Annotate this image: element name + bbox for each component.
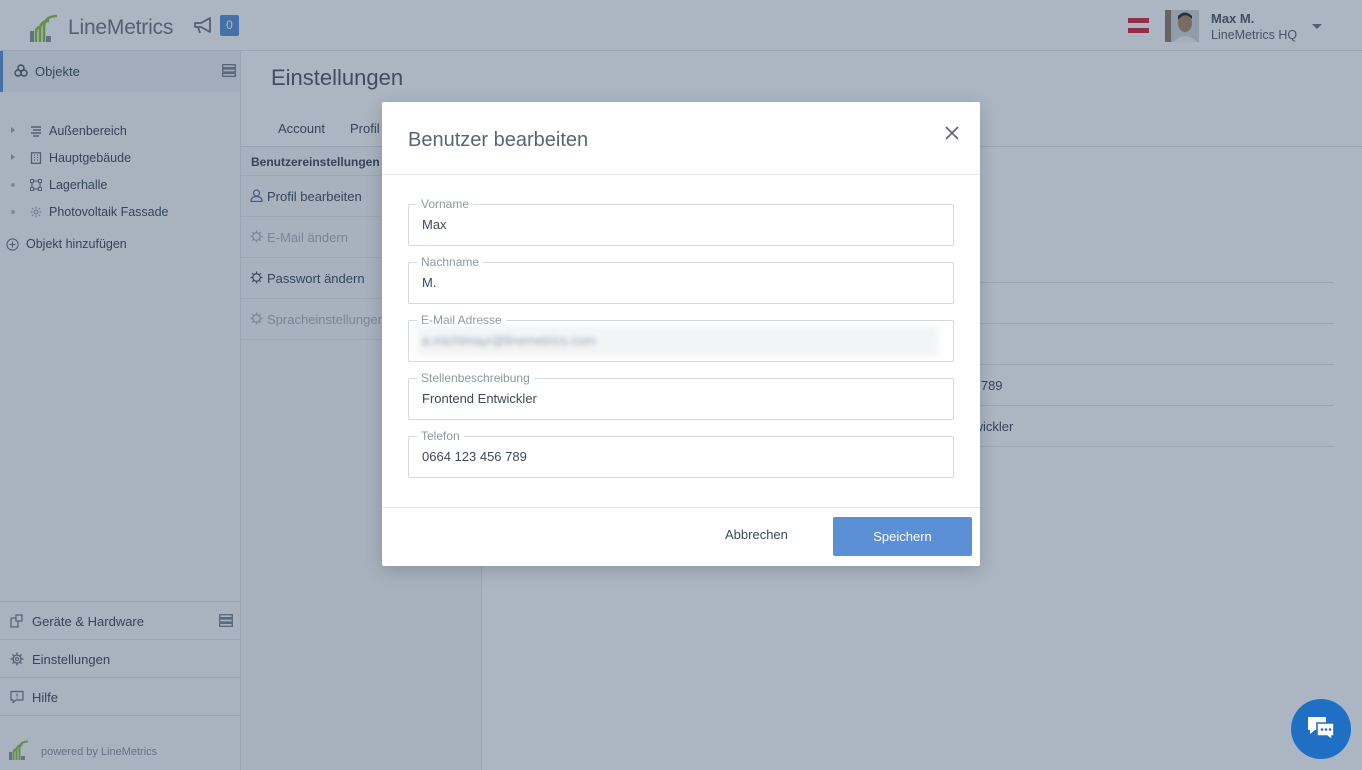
phone-label: Telefon <box>417 428 464 444</box>
cancel-button[interactable]: Abbrechen <box>725 527 788 542</box>
last-name-input[interactable] <box>422 275 937 290</box>
edit-user-modal: Benutzer bearbeiten Vorname Nachname E-M… <box>382 102 980 566</box>
modal-header: Benutzer bearbeiten <box>382 102 980 175</box>
email-input[interactable] <box>422 333 937 348</box>
close-icon[interactable] <box>941 122 963 144</box>
last-name-label: Nachname <box>417 254 484 270</box>
phone-field: Telefon <box>408 428 954 478</box>
first-name-input[interactable] <box>422 217 937 232</box>
chat-bubbles-icon <box>1308 717 1335 742</box>
chat-support-button[interactable] <box>1291 699 1351 759</box>
first-name-field: Vorname <box>408 196 954 246</box>
job-description-field: Stellenbeschreibung <box>408 370 954 420</box>
modal-title: Benutzer bearbeiten <box>408 129 589 151</box>
first-name-label: Vorname <box>417 196 474 212</box>
modal-footer: Abbrechen Speichern <box>382 507 980 566</box>
save-button[interactable]: Speichern <box>833 517 972 556</box>
email-field: E-Mail Adresse <box>408 312 954 362</box>
phone-input[interactable] <box>422 449 937 464</box>
last-name-field: Nachname <box>408 254 954 304</box>
job-description-label: Stellenbeschreibung <box>417 370 534 386</box>
job-description-input[interactable] <box>422 391 937 406</box>
